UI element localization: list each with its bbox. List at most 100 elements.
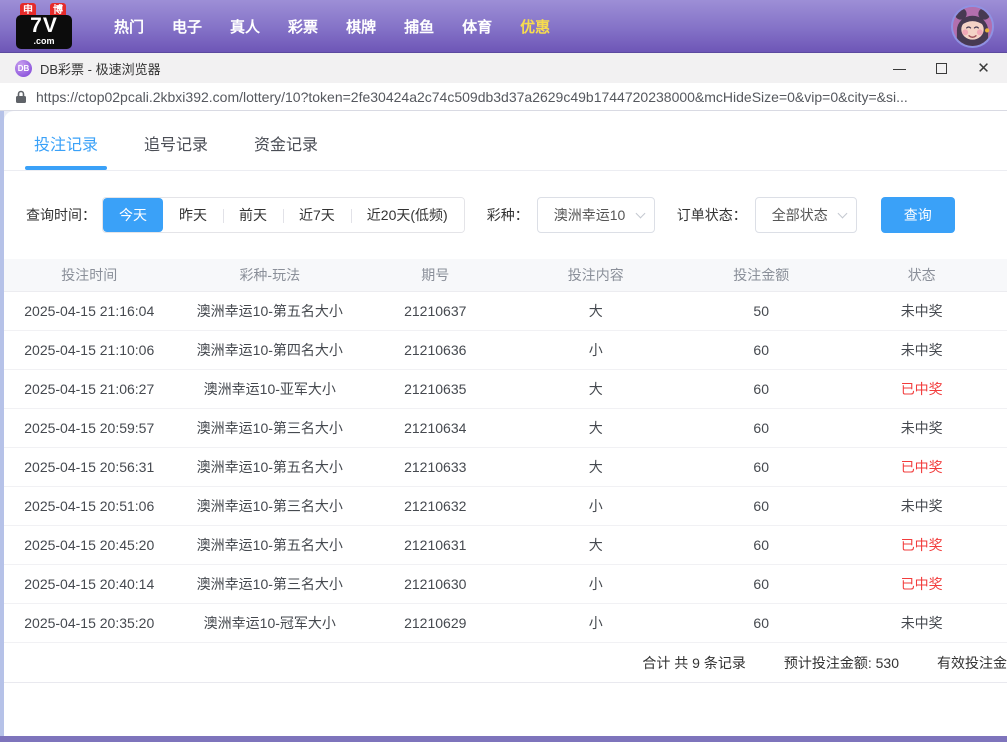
- logo-main-text: 7V: [16, 15, 72, 37]
- nav-item[interactable]: 彩票: [288, 16, 318, 37]
- nav-item[interactable]: 电子: [172, 16, 202, 37]
- time-range-option[interactable]: 近7天: [283, 198, 351, 232]
- nav-item[interactable]: 真人: [230, 16, 260, 37]
- cell-bet-content: 大: [505, 457, 686, 477]
- time-range-option[interactable]: 近20天(低频): [351, 198, 464, 232]
- minimize-button[interactable]: [892, 61, 907, 76]
- table-row: 2025-04-15 20:45:20 澳洲幸运10-第五名大小 2121063…: [4, 526, 1007, 565]
- cell-bet-content: 大: [505, 379, 686, 399]
- cell-play-type: 澳洲幸运10-第五名大小: [175, 535, 366, 555]
- time-range-option[interactable]: 昨天: [163, 198, 223, 232]
- record-tab[interactable]: 资金记录: [254, 131, 318, 170]
- cell-period: 21210635: [365, 381, 505, 397]
- nav-item[interactable]: 热门: [114, 16, 144, 37]
- maximize-button[interactable]: [934, 61, 949, 76]
- cell-period: 21210634: [365, 420, 505, 436]
- time-range-option[interactable]: 今天: [103, 198, 163, 232]
- left-edge-strip: [0, 111, 4, 742]
- cell-bet-amount: 60: [686, 381, 836, 397]
- cell-bet-content: 大: [505, 418, 686, 438]
- lottery-filter-label: 彩种：: [487, 205, 529, 225]
- user-avatar[interactable]: [951, 5, 994, 48]
- table-header-cell: 期号: [365, 265, 505, 285]
- cell-bet-content: 大: [505, 535, 686, 555]
- time-range-segmented: 今天 昨天 前天 近7天 近20天(低频): [102, 197, 465, 233]
- cell-bet-amount: 50: [686, 303, 836, 319]
- nav-item[interactable]: 优惠: [520, 16, 550, 37]
- cell-bet-content: 小: [505, 496, 686, 516]
- filter-bar: 查询时间： 今天 昨天 前天 近7天 近20天(低频) 彩种： 澳洲幸运10: [26, 197, 1007, 233]
- window-title: DB彩票 - 极速浏览器: [40, 59, 161, 78]
- records-card: 投注记录 追号记录 资金记录 查询时间： 今天 昨天 前天 近7天 近20天(低…: [4, 111, 1007, 742]
- time-range-option[interactable]: 前天: [223, 198, 283, 232]
- record-tab[interactable]: 投注记录: [34, 131, 98, 170]
- window-controls: ✕: [892, 61, 997, 76]
- cell-status: 已中奖: [836, 574, 1007, 594]
- cell-bet-amount: 60: [686, 537, 836, 553]
- browser-titlebar: DB DB彩票 - 极速浏览器 ✕: [0, 53, 1007, 83]
- table-header-cell: 投注内容: [505, 265, 686, 285]
- cell-period: 21210629: [365, 615, 505, 631]
- cell-status: 未中奖: [836, 418, 1007, 438]
- lottery-page: 投注记录 追号记录 资金记录 查询时间： 今天 昨天 前天 近7天 近20天(低…: [0, 111, 1007, 742]
- table-row: 2025-04-15 20:59:57 澳洲幸运10-第三名大小 2121063…: [4, 409, 1007, 448]
- site-nav: 申 博 7V .com 热门 电子 真人 彩票 棋牌 捕鱼 体育 优惠: [0, 0, 1007, 53]
- cell-bet-time: 2025-04-15 21:06:27: [4, 381, 175, 397]
- cell-bet-amount: 60: [686, 342, 836, 358]
- cell-bet-time: 2025-04-15 20:56:31: [4, 459, 175, 475]
- cell-bet-amount: 60: [686, 420, 836, 436]
- summary-bar: 合计 共 9 条记录 预计投注金额: 530 有效投注金额: [4, 643, 1007, 683]
- cell-bet-amount: 60: [686, 498, 836, 514]
- table-header-cell: 投注金额: [686, 265, 836, 285]
- nav-item[interactable]: 棋牌: [346, 16, 376, 37]
- order-status-value: 全部状态: [772, 205, 828, 225]
- cell-period: 21210630: [365, 576, 505, 592]
- record-tab[interactable]: 追号记录: [144, 131, 208, 170]
- bottom-edge-strip: [0, 736, 1007, 742]
- table-header-cell: 彩种-玩法: [175, 265, 366, 285]
- cell-play-type: 澳洲幸运10-亚军大小: [175, 379, 366, 399]
- status-filter-label: 订单状态：: [677, 205, 747, 225]
- cell-period: 21210636: [365, 342, 505, 358]
- site-logo[interactable]: 申 博 7V .com: [16, 2, 76, 50]
- cell-play-type: 澳洲幸运10-第三名大小: [175, 574, 366, 594]
- summary-valid-amount: 有效投注金额: [937, 653, 1007, 673]
- record-tabs: 投注记录 追号记录 资金记录: [4, 111, 1007, 171]
- cell-period: 21210637: [365, 303, 505, 319]
- cell-bet-amount: 60: [686, 576, 836, 592]
- lottery-select[interactable]: 澳洲幸运10: [537, 197, 655, 233]
- cell-status: 已中奖: [836, 379, 1007, 399]
- table-header-cell: 状态: [836, 265, 1007, 285]
- chevron-down-icon: [635, 209, 645, 219]
- cell-bet-time: 2025-04-15 21:10:06: [4, 342, 175, 358]
- cell-bet-time: 2025-04-15 20:45:20: [4, 537, 175, 553]
- cell-status: 未中奖: [836, 496, 1007, 516]
- order-status-select[interactable]: 全部状态: [755, 197, 857, 233]
- table-row: 2025-04-15 20:35:20 澳洲幸运10-冠军大小 21210629…: [4, 604, 1007, 643]
- site-nav-menu: 热门 电子 真人 彩票 棋牌 捕鱼 体育 优惠: [100, 16, 564, 37]
- cell-status: 已中奖: [836, 535, 1007, 555]
- cell-status: 未中奖: [836, 613, 1007, 633]
- url-text: https://ctop02pcali.2kbxi392.com/lottery…: [36, 89, 908, 105]
- cell-play-type: 澳洲幸运10-第五名大小: [175, 301, 366, 321]
- nav-item[interactable]: 体育: [462, 16, 492, 37]
- time-filter-label: 查询时间：: [26, 205, 96, 225]
- cell-bet-content: 大: [505, 301, 686, 321]
- cell-play-type: 澳洲幸运10-冠军大小: [175, 613, 366, 633]
- nav-item[interactable]: 捕鱼: [404, 16, 434, 37]
- logo-sub-text: .com: [16, 37, 72, 46]
- search-button[interactable]: 查询: [881, 197, 955, 233]
- summary-total: 合计 共 9 条记录: [642, 653, 745, 673]
- cell-play-type: 澳洲幸运10-第三名大小: [175, 496, 366, 516]
- close-button[interactable]: ✕: [976, 61, 991, 76]
- cell-bet-time: 2025-04-15 21:16:04: [4, 303, 175, 319]
- logo-box: 7V .com: [16, 15, 72, 49]
- summary-expected-amount: 预计投注金额: 530: [784, 653, 899, 673]
- cell-bet-content: 小: [505, 574, 686, 594]
- table-header: 投注时间 彩种-玩法 期号 投注内容 投注金额 状态: [4, 259, 1007, 292]
- cell-play-type: 澳洲幸运10-第四名大小: [175, 340, 366, 360]
- address-bar[interactable]: https://ctop02pcali.2kbxi392.com/lottery…: [0, 83, 1007, 111]
- cell-bet-content: 小: [505, 340, 686, 360]
- cell-period: 21210632: [365, 498, 505, 514]
- table-row: 2025-04-15 21:10:06 澳洲幸运10-第四名大小 2121063…: [4, 331, 1007, 370]
